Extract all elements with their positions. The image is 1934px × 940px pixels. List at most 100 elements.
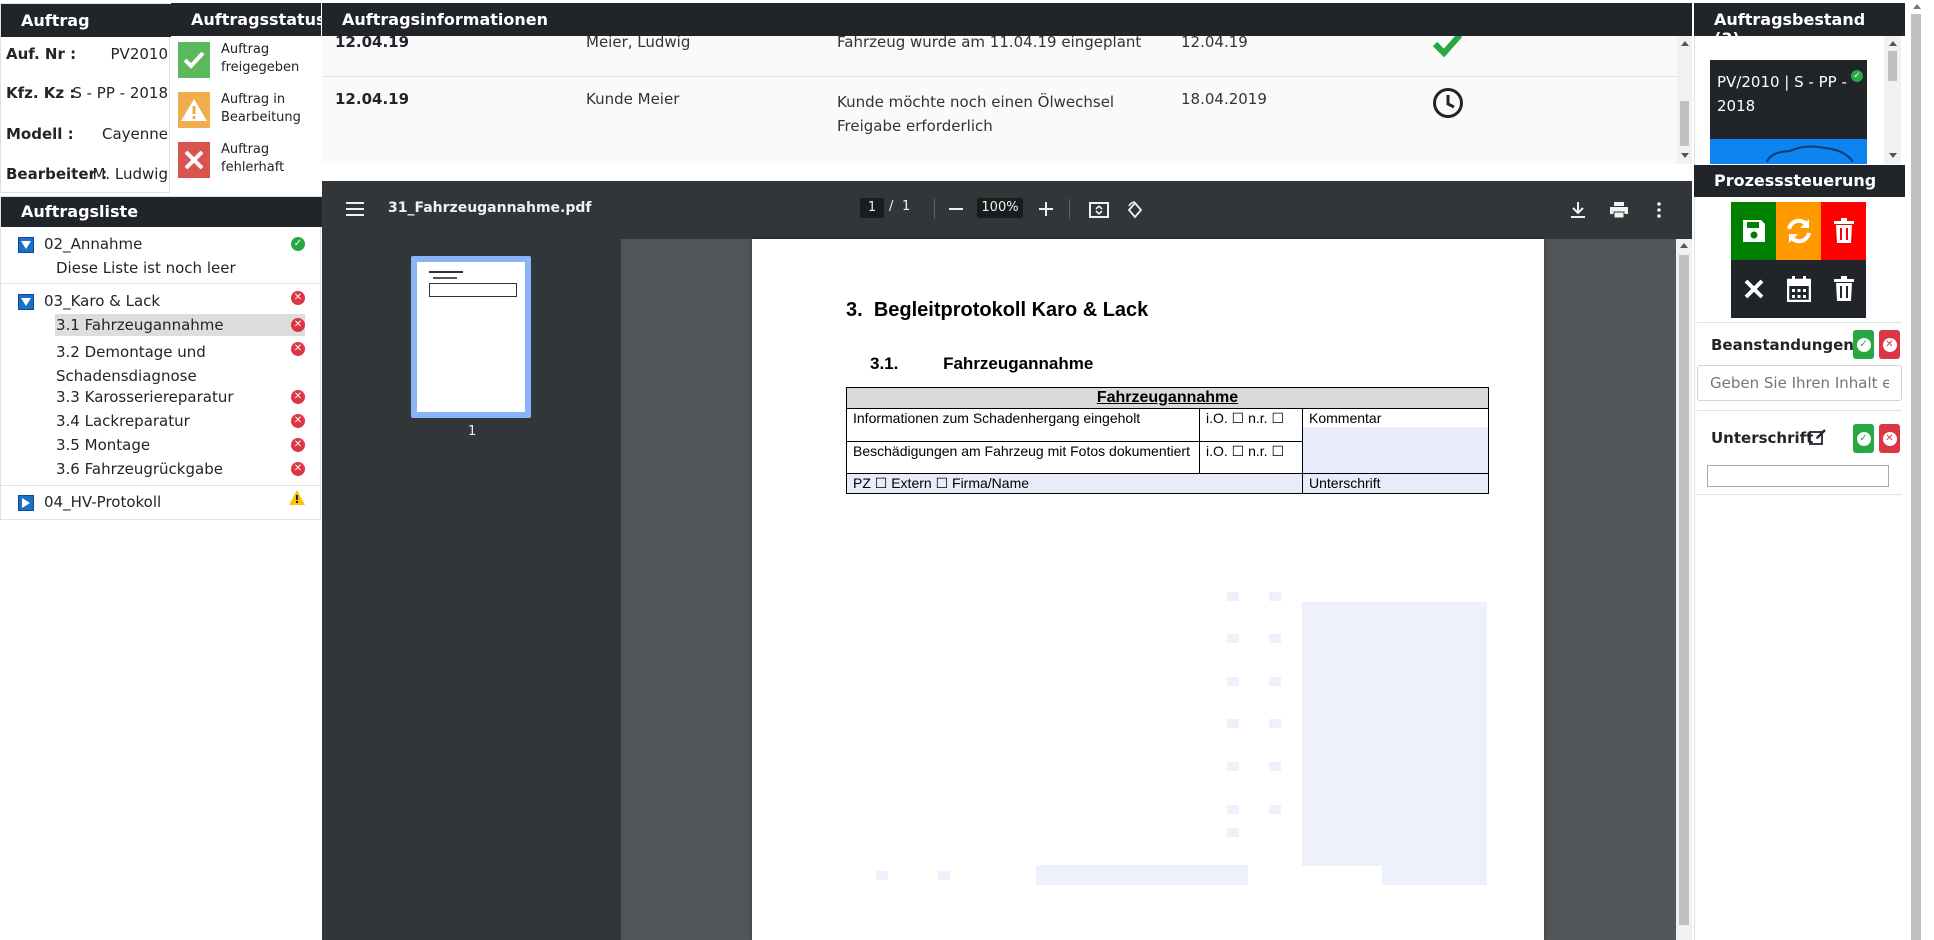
unterschrift-accept-button[interactable]: ✓ — [1853, 424, 1874, 453]
status-legend-fehlerhaft: Auftrag fehlerhaft — [174, 138, 318, 180]
clock-icon — [1432, 87, 1464, 123]
form-field[interactable] — [1302, 602, 1487, 866]
status-ok-icon: ✓ — [1851, 70, 1863, 82]
order-card[interactable]: PV/2010 | S - PP - 2018 ✓ — [1710, 60, 1867, 164]
rotate-icon[interactable] — [1124, 199, 1146, 221]
divider — [1697, 410, 1902, 411]
form-field[interactable] — [1036, 865, 1248, 885]
form-checkbox[interactable] — [1269, 805, 1281, 814]
calendar-button[interactable] — [1776, 260, 1821, 318]
scroll-down-arrow[interactable] — [1889, 153, 1897, 158]
zoom-in-icon[interactable] — [1036, 199, 1056, 219]
form-checkbox[interactable] — [1227, 762, 1239, 771]
auftrag-kfz-label: Kfz. Kz : — [6, 84, 76, 102]
print-icon[interactable] — [1608, 199, 1630, 221]
expand-toggle-hv-protokoll[interactable] — [18, 495, 34, 511]
auftrag-bearbeiter: Bearbeiter : M. Ludwig — [6, 165, 168, 183]
edit-icon[interactable] — [1809, 428, 1827, 450]
scroll-up-arrow[interactable] — [1889, 41, 1897, 46]
list-item-lackreparatur[interactable]: 3.4 Lackreparatur — [56, 412, 190, 430]
status-freigegeben-label: Auftrag freigegeben — [221, 41, 299, 77]
list-group-hv-protokoll[interactable]: 04_HV-Protokoll — [44, 493, 161, 511]
scroll-thumb[interactable] — [1911, 14, 1921, 940]
pdf-scrollbar[interactable] — [1676, 239, 1692, 940]
doc-comment-field[interactable] — [1303, 427, 1488, 473]
beanstandungen-reject-button[interactable]: ✕ — [1879, 330, 1900, 359]
delete-button-2[interactable] — [1821, 260, 1866, 318]
zoom-out-icon[interactable] — [946, 199, 966, 219]
list-item-fahrzeugrueckgabe[interactable]: 3.6 Fahrzeugrückgabe — [56, 460, 223, 478]
list-item-demontage-line2: Schadensdiagnose — [56, 367, 197, 385]
delete-button[interactable] — [1821, 202, 1866, 260]
form-checkbox[interactable] — [1269, 592, 1281, 601]
auftrag-modell: Modell : Cayenne — [6, 125, 168, 143]
check-icon: ✓ — [1856, 431, 1871, 446]
zoom-input[interactable]: 100% — [977, 198, 1023, 218]
fit-page-icon[interactable] — [1088, 199, 1110, 221]
more-options-icon[interactable] — [1648, 199, 1670, 221]
list-item-demontage-line1: 3.2 Demontage und — [56, 343, 206, 361]
list-group-karo-lack[interactable]: 03_Karo & Lack — [44, 292, 160, 310]
cancel-button[interactable] — [1731, 260, 1776, 318]
list-item-demontage[interactable]: 3.2 Demontage und Schadensdiagnose — [56, 340, 206, 388]
form-checkbox[interactable] — [1227, 634, 1239, 643]
unterschrift-reject-button[interactable]: ✕ — [1879, 424, 1900, 453]
form-checkbox[interactable] — [1227, 592, 1239, 601]
scroll-down-arrow[interactable] — [1681, 153, 1689, 158]
info-row1-date: 12.04.19 — [335, 36, 410, 51]
form-checkbox[interactable] — [1269, 719, 1281, 728]
status-fehlerhaft-label: Auftrag fehlerhaft — [221, 141, 284, 177]
form-checkbox[interactable] — [876, 871, 888, 880]
list-item-karosseriereparatur[interactable]: 3.3 Karosseriereparatur — [56, 388, 234, 406]
status-bearbeitung-line1: Auftrag in — [221, 92, 286, 107]
scroll-up-arrow[interactable] — [1681, 41, 1689, 46]
menu-icon[interactable] — [344, 198, 366, 220]
doc-sub-number: 3.1. — [870, 354, 899, 373]
doc-row2-check[interactable]: i.O. ☐ n.r. ☐ — [1199, 440, 1303, 474]
page-scrollbar[interactable] — [1905, 0, 1934, 940]
page-input[interactable]: 1 — [860, 198, 884, 218]
beanstandungen-accept-button[interactable]: ✓ — [1853, 330, 1874, 359]
expand-toggle-karo-lack[interactable] — [18, 294, 34, 310]
form-checkbox[interactable] — [938, 871, 950, 880]
form-checkbox[interactable] — [1227, 719, 1239, 728]
form-checkbox[interactable] — [1269, 762, 1281, 771]
expand-toggle-annahme[interactable] — [18, 237, 34, 253]
scroll-up-arrow[interactable] — [1913, 4, 1921, 9]
list-item-montage[interactable]: 3.5 Montage — [56, 436, 150, 454]
scroll-up-arrow[interactable] — [1680, 243, 1688, 248]
status-legend-bearbeitung: Auftrag in Bearbeitung — [174, 88, 318, 130]
form-checkbox[interactable] — [1269, 677, 1281, 686]
beanstandungen-input[interactable] — [1697, 365, 1902, 401]
status-error-icon: ✕ — [291, 438, 305, 452]
unterschrift-label: Unterschrift — [1711, 429, 1814, 447]
order-card-line1: PV/2010 | S - PP - — [1717, 73, 1847, 91]
doc-row1-label: Informationen zum Schadenhergang eingeho… — [846, 408, 1200, 442]
list-group-annahme[interactable]: 02_Annahme — [44, 235, 142, 253]
form-checkbox[interactable] — [1227, 828, 1239, 837]
form-checkbox[interactable] — [1269, 634, 1281, 643]
close-icon: ✕ — [1882, 431, 1897, 446]
refresh-button[interactable] — [1776, 202, 1821, 260]
doc-comment-label: Kommentar — [1309, 410, 1382, 426]
signature-pad[interactable] — [1707, 465, 1889, 487]
doc-row3-label[interactable]: PZ ☐ Extern ☐ Firma/Name — [846, 473, 1303, 494]
save-button[interactable] — [1731, 202, 1776, 260]
status-error-icon: ✕ — [291, 462, 305, 476]
form-field[interactable] — [1382, 865, 1487, 885]
scroll-thumb[interactable] — [1679, 255, 1689, 925]
list-item-fahrzeugannahme[interactable]: 3.1 Fahrzeugannahme — [56, 316, 224, 334]
scroll-thumb[interactable] — [1680, 101, 1689, 146]
status-close-icon — [178, 142, 210, 178]
auftrag-nr-value: PV2010 — [110, 45, 168, 63]
scroll-thumb[interactable] — [1888, 51, 1897, 81]
form-checkbox[interactable] — [1227, 805, 1239, 814]
bestand-scrollbar[interactable] — [1884, 36, 1901, 164]
status-bearbeitung-line2: Bearbeitung — [221, 110, 301, 125]
doc-row1-check[interactable]: i.O. ☐ n.r. ☐ — [1199, 408, 1303, 442]
page-thumbnail[interactable] — [411, 256, 531, 418]
download-icon[interactable] — [1567, 199, 1589, 221]
form-checkbox[interactable] — [1227, 677, 1239, 686]
info-scrollbar[interactable] — [1677, 36, 1692, 164]
close-icon — [1744, 279, 1763, 299]
